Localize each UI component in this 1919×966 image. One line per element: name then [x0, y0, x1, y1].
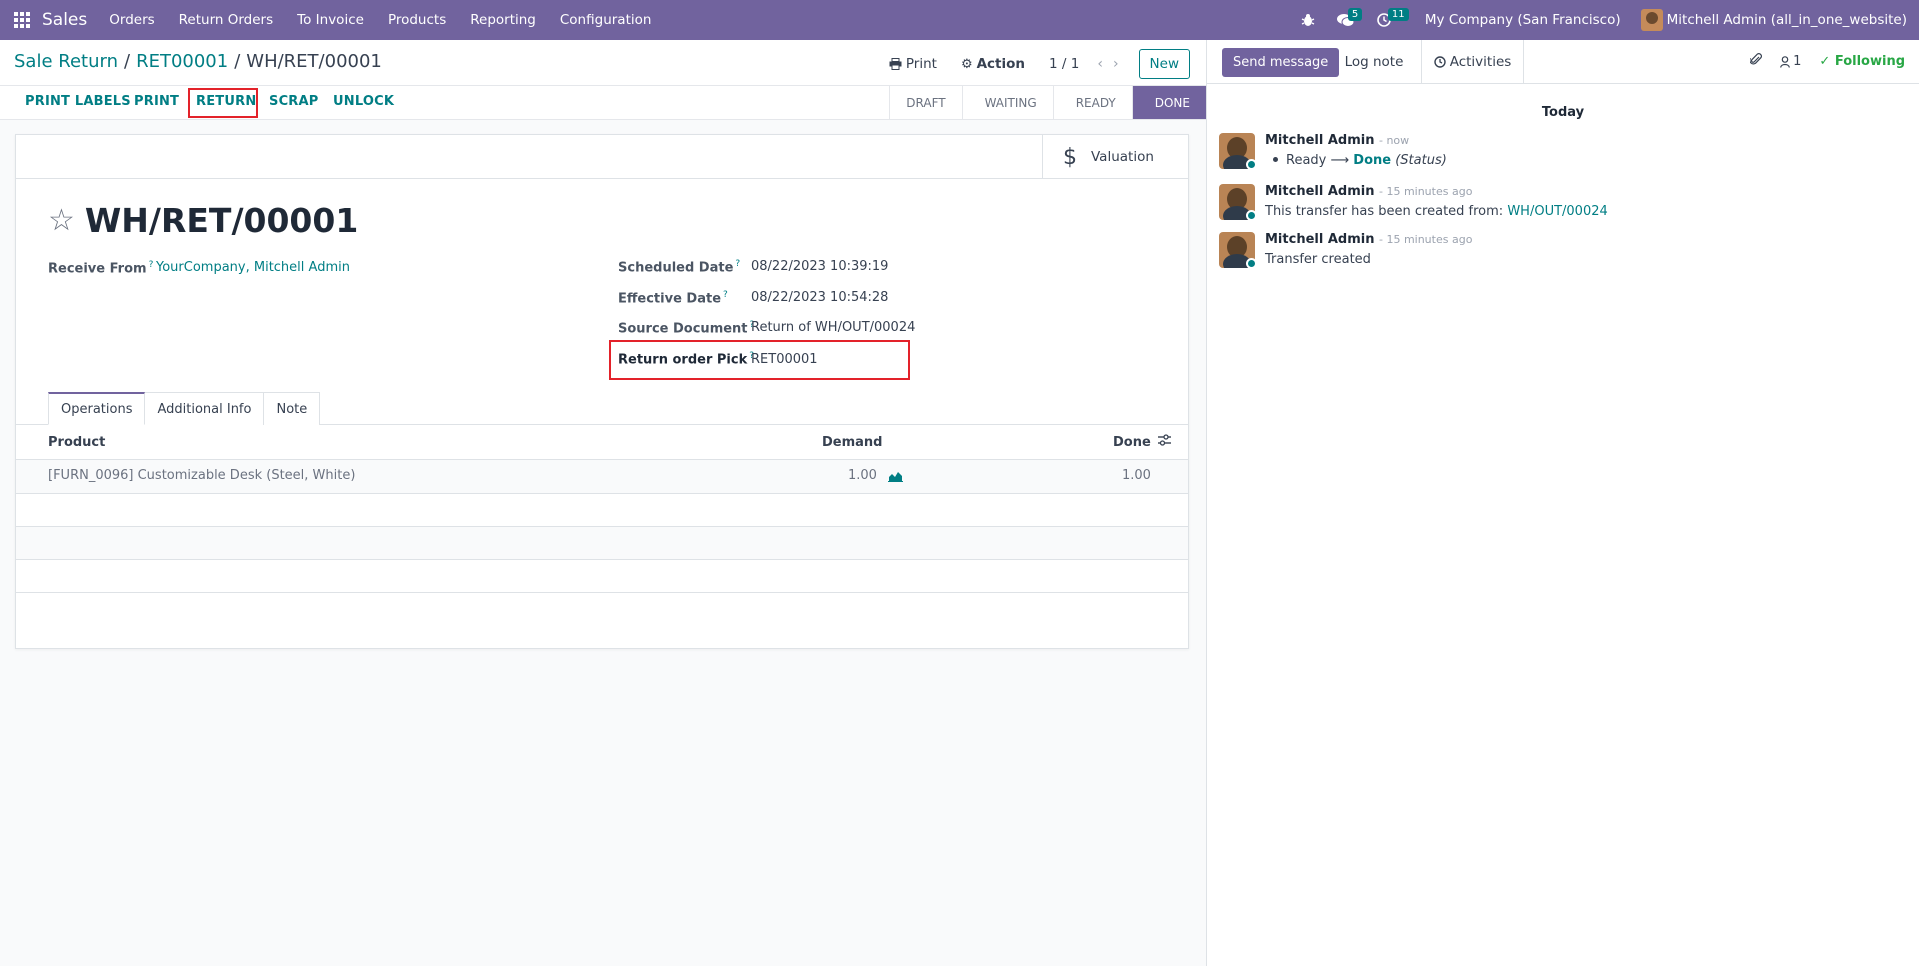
activities-count-badge: 11 [1387, 8, 1409, 21]
menu-orders[interactable]: Orders [109, 12, 154, 28]
print-button[interactable]: PRINT [134, 94, 179, 109]
source-transfer-link[interactable]: WH/OUT/00024 [1507, 204, 1607, 219]
breadcrumb: Sale Return / RET00001/WH/RET/00001 [14, 51, 382, 72]
log-note-button[interactable]: Log note [1327, 40, 1422, 84]
menu-products[interactable]: Products [388, 12, 446, 28]
online-status-icon [1246, 210, 1257, 221]
message-body: This transfer has been created from: WH/… [1265, 204, 1608, 219]
record-title: WH/RET/00001 [84, 201, 359, 240]
stage-done[interactable]: DONE [1131, 86, 1206, 119]
company-switcher[interactable]: My Company (San Francisco) [1425, 12, 1621, 28]
forecast-chart-icon[interactable] [888, 470, 903, 482]
empty-row [16, 527, 1188, 560]
valuation-button[interactable]: $ Valuation [1042, 135, 1188, 179]
breadcrumb-current: WH/RET/00001 [246, 51, 382, 72]
chatter-topbar: Send message Log note Activities 1 ✓ Fol… [1207, 40, 1919, 84]
column-product[interactable]: Product [48, 435, 105, 450]
print-labels-button[interactable]: PRINT LABELS [25, 94, 131, 109]
message-author: Mitchell Admin - 15 minutes ago [1265, 232, 1473, 247]
control-panel: Sale Return / RET00001/WH/RET/00001 Print … [0, 40, 1206, 86]
action-menu-button[interactable]: ⚙ Action [961, 56, 1025, 72]
clock-icon [1434, 56, 1446, 68]
breadcrumb-sale-return[interactable]: Sale Return [14, 51, 118, 72]
apps-menu-icon[interactable] [4, 0, 40, 40]
return-order-pick-value[interactable]: RET00001 [751, 352, 818, 367]
menu-return-orders[interactable]: Return Orders [179, 12, 274, 28]
return-highlight-box [188, 88, 258, 118]
return-order-pick-label: Return order Pick? [618, 351, 755, 368]
activities-clock-icon[interactable]: 11 [1377, 8, 1409, 27]
pager-value[interactable]: 1 / 1 [1049, 56, 1079, 72]
row-done: 1.00 [1122, 468, 1151, 483]
menu-reporting[interactable]: Reporting [470, 12, 536, 28]
user-name: Mitchell Admin (all_in_one_website) [1666, 12, 1907, 28]
empty-row [16, 560, 1188, 593]
messages-icon[interactable]: 5 [1336, 7, 1363, 28]
user-avatar [1640, 9, 1663, 31]
button-box: $ Valuation [16, 135, 1188, 179]
message-author: Mitchell Admin - 15 minutes ago [1265, 184, 1473, 199]
chatter-right-tools: 1 ✓ Following [1749, 52, 1905, 71]
row-product: [FURN_0096] Customizable Desk (Steel, Wh… [48, 468, 356, 483]
star-icon[interactable]: ☆ [48, 205, 75, 236]
menu-to-invoice[interactable]: To Invoice [297, 12, 364, 28]
tab-additional-info[interactable]: Additional Info [144, 392, 265, 425]
print-menu-button[interactable]: Print [889, 56, 937, 72]
breadcrumb-ret00001[interactable]: RET00001 [136, 51, 228, 72]
record-title-row: ☆ WH/RET/00001 [48, 201, 358, 240]
date-separator: Today [1541, 105, 1585, 120]
pager-next-icon[interactable]: › [1113, 56, 1119, 72]
stage-waiting[interactable]: WAITING [961, 86, 1053, 119]
table-row[interactable]: [FURN_0096] Customizable Desk (Steel, Wh… [16, 460, 1188, 494]
message-author: Mitchell Admin - now [1265, 133, 1410, 148]
form-statusbar: PRINT LABELS PRINT RETURN SCRAP UNLOCK D… [0, 86, 1206, 120]
scrap-button[interactable]: SCRAP [269, 94, 319, 109]
tab-operations[interactable]: Operations [48, 392, 146, 425]
person-icon [1780, 55, 1791, 68]
scheduled-date-label: Scheduled Date? [618, 259, 741, 276]
gear-icon: ⚙ [960, 56, 973, 72]
message-body: Transfer created [1265, 252, 1371, 267]
user-menu[interactable]: Mitchell Admin (all_in_one_website) [1640, 9, 1907, 31]
activities-button[interactable]: Activities [1422, 40, 1524, 84]
empty-row [16, 494, 1188, 527]
operations-table-header: Product Demand Done [16, 425, 1188, 460]
form-sheet: $ Valuation ☆ WH/RET/00001 Receive From?… [15, 134, 1189, 649]
receive-from-label: Receive From? [48, 260, 154, 277]
stage-ready[interactable]: READY [1052, 86, 1132, 119]
online-status-icon [1246, 258, 1257, 269]
source-document-label: Source Document? [618, 320, 755, 337]
status-stages: DRAFT WAITING READY DONE [889, 86, 1206, 119]
pager-previous-icon[interactable]: ‹ [1097, 56, 1103, 72]
source-document-value[interactable]: Return of WH/OUT/00024 [751, 320, 915, 335]
stage-draft[interactable]: DRAFT [889, 86, 961, 119]
scheduled-date-value[interactable]: 08/22/2023 10:39:19 [751, 259, 888, 274]
arrow-right-icon: ⟶ [1330, 153, 1354, 168]
row-demand: 1.00 [848, 468, 877, 483]
column-settings-icon[interactable] [1158, 434, 1171, 450]
tracking-value: Ready ⟶ Done (Status) [1265, 153, 1447, 168]
debug-bug-icon[interactable] [1301, 13, 1315, 27]
online-status-icon [1246, 159, 1257, 170]
column-demand[interactable]: Demand [822, 435, 883, 450]
new-record-button[interactable]: New [1138, 49, 1190, 79]
printer-icon [889, 58, 902, 70]
dollar-icon: $ [1063, 144, 1077, 170]
paperclip-icon[interactable] [1749, 52, 1763, 71]
unlock-button[interactable]: UNLOCK [333, 94, 394, 109]
tab-note[interactable]: Note [263, 392, 321, 425]
send-message-button[interactable]: Send message [1222, 48, 1340, 77]
notebook-tabs: Operations Additional Info Note [48, 392, 321, 425]
app-name[interactable]: Sales [42, 10, 87, 30]
chatter-panel: Send message Log note Activities 1 ✓ Fol… [1206, 40, 1919, 966]
effective-date-label: Effective Date? [618, 290, 728, 307]
receive-from-value[interactable]: YourCompany, Mitchell Admin [156, 260, 350, 275]
menu-configuration[interactable]: Configuration [560, 12, 652, 28]
top-navbar: Sales Orders Return Orders To Invoice Pr… [0, 0, 1919, 40]
effective-date-value[interactable]: 08/22/2023 10:54:28 [751, 290, 888, 305]
followers-button[interactable]: 1 [1780, 54, 1801, 69]
column-done[interactable]: Done [1113, 435, 1151, 450]
following-button[interactable]: ✓ Following [1819, 54, 1905, 69]
messages-count-badge: 5 [1347, 7, 1363, 21]
